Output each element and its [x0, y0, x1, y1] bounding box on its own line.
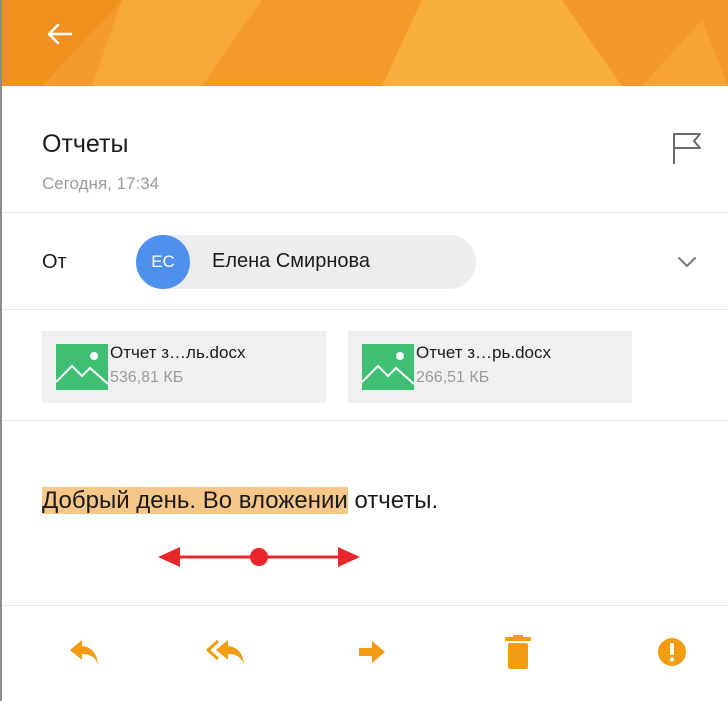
email-view-screen: Отчеты Сегодня, 17:34 От ЕС Елена Смирно… [0, 0, 728, 701]
header-bar [2, 0, 728, 86]
sender-row: От ЕС Елена Смирнова [2, 213, 728, 310]
reply-all-icon [206, 639, 244, 664]
from-label: От [42, 251, 67, 273]
attachment-size: 266,51 КБ [416, 369, 490, 386]
sender-chip[interactable]: ЕС Елена Смирнова [136, 235, 476, 289]
forward-button[interactable] [352, 632, 392, 672]
image-file-icon [56, 344, 108, 390]
arrow-left-icon [47, 23, 73, 45]
forward-icon [359, 641, 385, 663]
flag-button[interactable] [666, 128, 706, 168]
header-pattern [2, 0, 728, 86]
attachment-name: Отчет з…рь.docx [416, 343, 552, 362]
body-text[interactable]: Добрый день. Во вложении отчеты. [42, 483, 438, 519]
selection-handle[interactable] [156, 542, 362, 572]
reply-icon [70, 640, 98, 664]
trash-icon [505, 635, 531, 669]
drag-arrows-icon [158, 547, 360, 567]
message-date: Сегодня, 17:34 [42, 174, 160, 193]
reply-all-button[interactable] [206, 632, 246, 672]
attachment-card[interactable]: Отчет з…рь.docx 266,51 КБ [348, 331, 632, 403]
flag-outline-icon [673, 133, 701, 164]
selected-text[interactable]: Добрый день. Во вложении [42, 487, 348, 514]
attachment-size: 536,81 КБ [110, 369, 184, 386]
chevron-down-icon [678, 257, 696, 267]
attachment-name: Отчет з…ль.docx [110, 343, 246, 362]
message-body: Добрый день. Во вложении отчеты. [2, 421, 728, 606]
subject-block: Отчеты Сегодня, 17:34 [2, 86, 728, 213]
attachment-card[interactable]: Отчет з…ль.docx 536,81 КБ [42, 331, 326, 403]
reply-button[interactable] [64, 632, 104, 672]
sender-name: Елена Смирнова [212, 250, 371, 272]
alert-circle-icon [658, 638, 686, 666]
expand-details-button[interactable] [674, 249, 700, 275]
avatar: ЕС [136, 235, 190, 289]
image-file-icon [362, 344, 414, 390]
action-toolbar [2, 606, 728, 701]
spam-button[interactable] [652, 632, 692, 672]
attachments-row: Отчет з…ль.docx 536,81 КБ Отчет з…рь.doc… [2, 310, 728, 421]
back-button[interactable] [38, 12, 82, 56]
delete-button[interactable] [498, 632, 538, 672]
message-subject: Отчеты [42, 130, 129, 158]
body-rest-text: отчеты. [347, 487, 439, 514]
